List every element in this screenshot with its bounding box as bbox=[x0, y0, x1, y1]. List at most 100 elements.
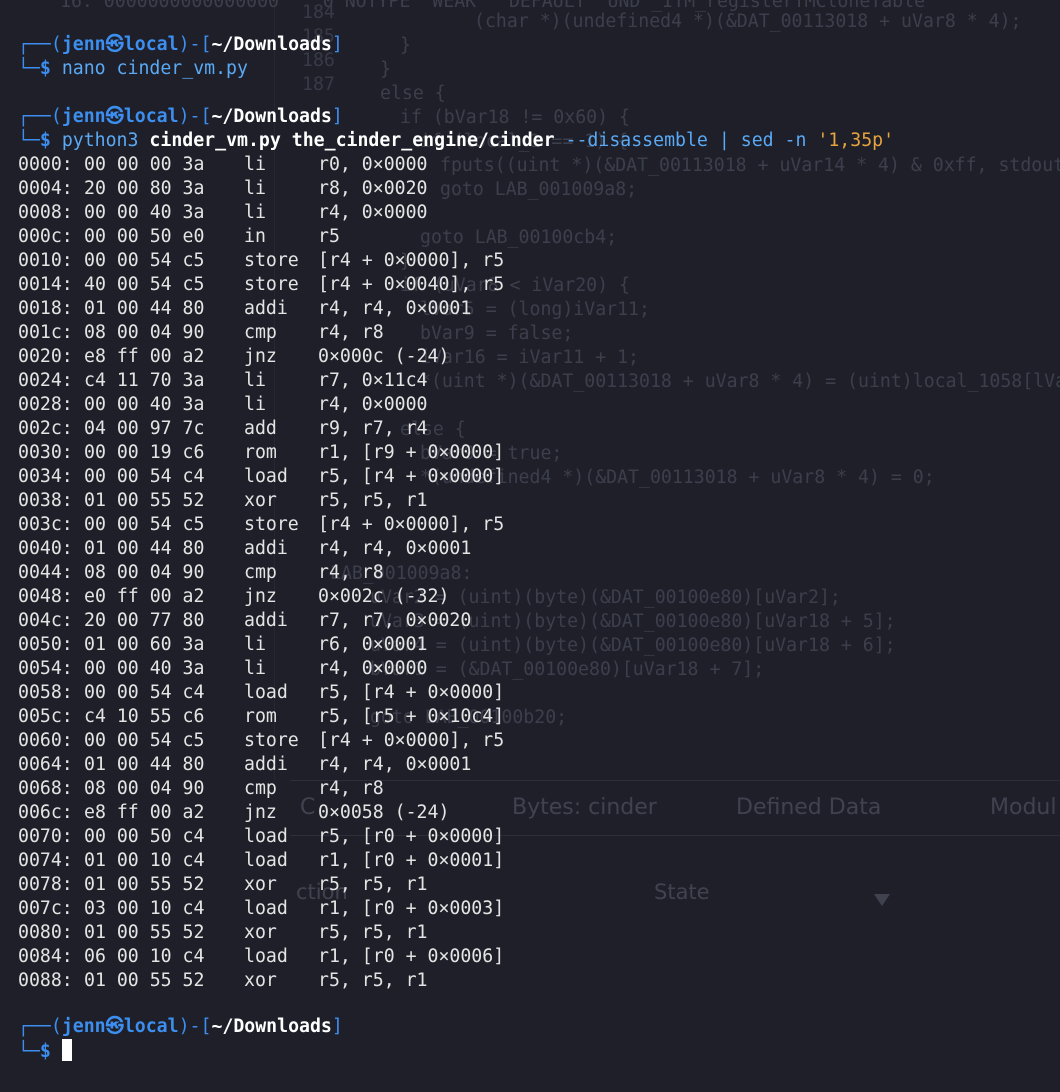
background-code-line: } bbox=[380, 59, 391, 80]
instruction-bytes: 01 00 55 52 bbox=[84, 874, 205, 895]
instruction-mnemonic: rom bbox=[244, 442, 277, 463]
prompt-user: jenn bbox=[61, 34, 106, 55]
kali-skull-icon: ㉿ bbox=[105, 34, 124, 55]
kali-skull-icon: ㉿ bbox=[105, 106, 124, 127]
instruction-mnemonic: load bbox=[244, 682, 288, 703]
instruction-operands: r5, r5, r1 bbox=[318, 922, 428, 943]
prompt-cwd: ~/Downloads bbox=[211, 34, 332, 55]
instruction-address: 0018: bbox=[18, 298, 73, 319]
instruction-address: 0068: bbox=[18, 778, 73, 799]
instruction-bytes: 00 00 54 c5 bbox=[84, 514, 205, 535]
instruction-address: 0040: bbox=[18, 538, 73, 559]
instruction-address: 0064: bbox=[18, 754, 73, 775]
instruction-mnemonic: cmp bbox=[244, 562, 277, 583]
instruction-operands: r1, [r9 + 0×0000] bbox=[318, 442, 505, 463]
instruction-bytes: 20 00 77 80 bbox=[84, 610, 205, 631]
instruction-bytes: 00 00 40 3a bbox=[84, 394, 205, 415]
instruction-operands: r4, 0×0000 bbox=[318, 658, 428, 679]
instruction-address: 006c: bbox=[18, 802, 73, 823]
text-cursor[interactable] bbox=[61, 1039, 72, 1061]
instruction-address: 0084: bbox=[18, 946, 73, 967]
background-symbol-line: 16: 0000000000000000 0 NOTYPE WEAK DEFAU… bbox=[60, 0, 926, 12]
command-line: └─$ python3 cinder_vm.py the_cinder_engi… bbox=[18, 129, 894, 153]
background-tab: Defined Data bbox=[736, 795, 882, 820]
instruction-mnemonic: load bbox=[244, 898, 288, 919]
background-code-line: bVar1 = (&DAT_00100e80)[uVar18 + 7]; bbox=[370, 659, 765, 680]
instruction-mnemonic: li bbox=[244, 370, 266, 391]
instruction-bytes: 00 00 54 c4 bbox=[84, 682, 205, 703]
instruction-mnemonic: jnz bbox=[244, 346, 277, 367]
instruction-operands: r4, r8 bbox=[318, 778, 384, 799]
active-command-line[interactable]: └─$ bbox=[18, 1039, 72, 1063]
instruction-address: 0004: bbox=[18, 178, 73, 199]
instruction-operands: r9, r7, r4 bbox=[318, 418, 428, 439]
command-sed-arg: '1,35p' bbox=[817, 130, 895, 151]
instruction-operands: r5, [r4 + 0×0000] bbox=[318, 466, 505, 487]
instruction-mnemonic: store bbox=[244, 250, 299, 271]
instruction-mnemonic: addi bbox=[244, 538, 288, 559]
instruction-mnemonic: li bbox=[244, 394, 266, 415]
instruction-operands: r0, 0×0000 bbox=[318, 154, 428, 175]
command-script: cinder_vm.py bbox=[149, 130, 281, 151]
instruction-address: 0010: bbox=[18, 250, 73, 271]
instruction-operands: r6, 0×0001 bbox=[318, 634, 428, 655]
instruction-operands: r5 bbox=[318, 226, 340, 247]
instruction-address: 0008: bbox=[18, 202, 73, 223]
instruction-bytes: 00 00 40 3a bbox=[84, 202, 205, 223]
instruction-bytes: 00 00 54 c5 bbox=[84, 730, 205, 751]
instruction-address: 0044: bbox=[18, 562, 73, 583]
instruction-bytes: 40 00 54 c5 bbox=[84, 274, 205, 295]
instruction-bytes: e8 ff 00 a2 bbox=[84, 346, 205, 367]
instruction-operands: r4, r8 bbox=[318, 322, 384, 343]
instruction-operands: r4, r4, 0×0001 bbox=[318, 298, 472, 319]
prompt-user: jenn bbox=[61, 1016, 106, 1037]
prompt-header: ┌──(jenn㉿local)-[~/Downloads] bbox=[18, 1015, 343, 1039]
background-code-line: } bbox=[400, 35, 411, 56]
prompt-bracket: ] bbox=[331, 106, 343, 127]
instruction-operands: r7, 0×11c4 bbox=[318, 370, 428, 391]
instruction-address: 0080: bbox=[18, 922, 73, 943]
instruction-mnemonic: load bbox=[244, 850, 288, 871]
instruction-bytes: 00 00 19 c6 bbox=[84, 442, 205, 463]
instruction-operands: r8, 0×0020 bbox=[318, 178, 428, 199]
instruction-address: 002c: bbox=[18, 418, 73, 439]
instruction-bytes: 01 00 55 52 bbox=[84, 922, 205, 943]
instruction-operands: [r4 + 0×0000], r5 bbox=[318, 250, 505, 271]
instruction-address: 005c: bbox=[18, 706, 73, 727]
background-code-line: (char *)(undefined4 *)(&DAT_00113018 + u… bbox=[474, 11, 1022, 32]
instruction-mnemonic: addi bbox=[244, 754, 288, 775]
background-line-number: 187 bbox=[302, 74, 335, 95]
instruction-address: 003c: bbox=[18, 514, 73, 535]
instruction-bytes: 00 00 40 3a bbox=[84, 658, 205, 679]
command-line: └─$ nano cinder_vm.py bbox=[18, 57, 248, 81]
instruction-operands: 0×0058 (-24) bbox=[318, 802, 450, 823]
instruction-bytes: 01 00 10 c4 bbox=[84, 850, 205, 871]
terminal-window[interactable]: 16: 0000000000000000 0 NOTYPE WEAK DEFAU… bbox=[0, 0, 1060, 1092]
instruction-bytes: c4 10 55 c6 bbox=[84, 706, 205, 727]
prompt-symbol: $ bbox=[39, 130, 51, 151]
instruction-mnemonic: rom bbox=[244, 706, 277, 727]
instruction-mnemonic: li bbox=[244, 634, 266, 655]
kali-skull-icon: ㉿ bbox=[105, 1016, 124, 1037]
instruction-bytes: 20 00 80 3a bbox=[84, 178, 205, 199]
prompt-header: ┌──(jenn㉿local)-[~/Downloads] bbox=[18, 105, 343, 129]
instruction-operands: r5, r5, r1 bbox=[318, 970, 428, 991]
instruction-address: 0058: bbox=[18, 682, 73, 703]
instruction-address: 004c: bbox=[18, 610, 73, 631]
instruction-operands: r5, [r4 + 0×0000] bbox=[318, 682, 505, 703]
background-tab: Bytes: cinder bbox=[512, 795, 657, 820]
instruction-operands: [r4 + 0×0000], r5 bbox=[318, 730, 505, 751]
instruction-mnemonic: in bbox=[244, 226, 266, 247]
instruction-bytes: 08 00 04 90 bbox=[84, 778, 205, 799]
instruction-operands: r1, [r0 + 0×0006] bbox=[318, 946, 505, 967]
instruction-operands: r4, r8 bbox=[318, 562, 384, 583]
instruction-mnemonic: addi bbox=[244, 610, 288, 631]
instruction-operands: r5, [r5 + 0×10c4] bbox=[318, 706, 505, 727]
instruction-mnemonic: xor bbox=[244, 970, 277, 991]
instruction-bytes: 01 00 55 52 bbox=[84, 490, 205, 511]
sort-arrow-icon bbox=[874, 894, 890, 906]
prompt-bracket: ] bbox=[331, 1016, 343, 1037]
instruction-bytes: 00 00 54 c5 bbox=[84, 250, 205, 271]
prompt-host: local bbox=[123, 106, 179, 127]
background-line-number: 184 bbox=[302, 2, 335, 23]
